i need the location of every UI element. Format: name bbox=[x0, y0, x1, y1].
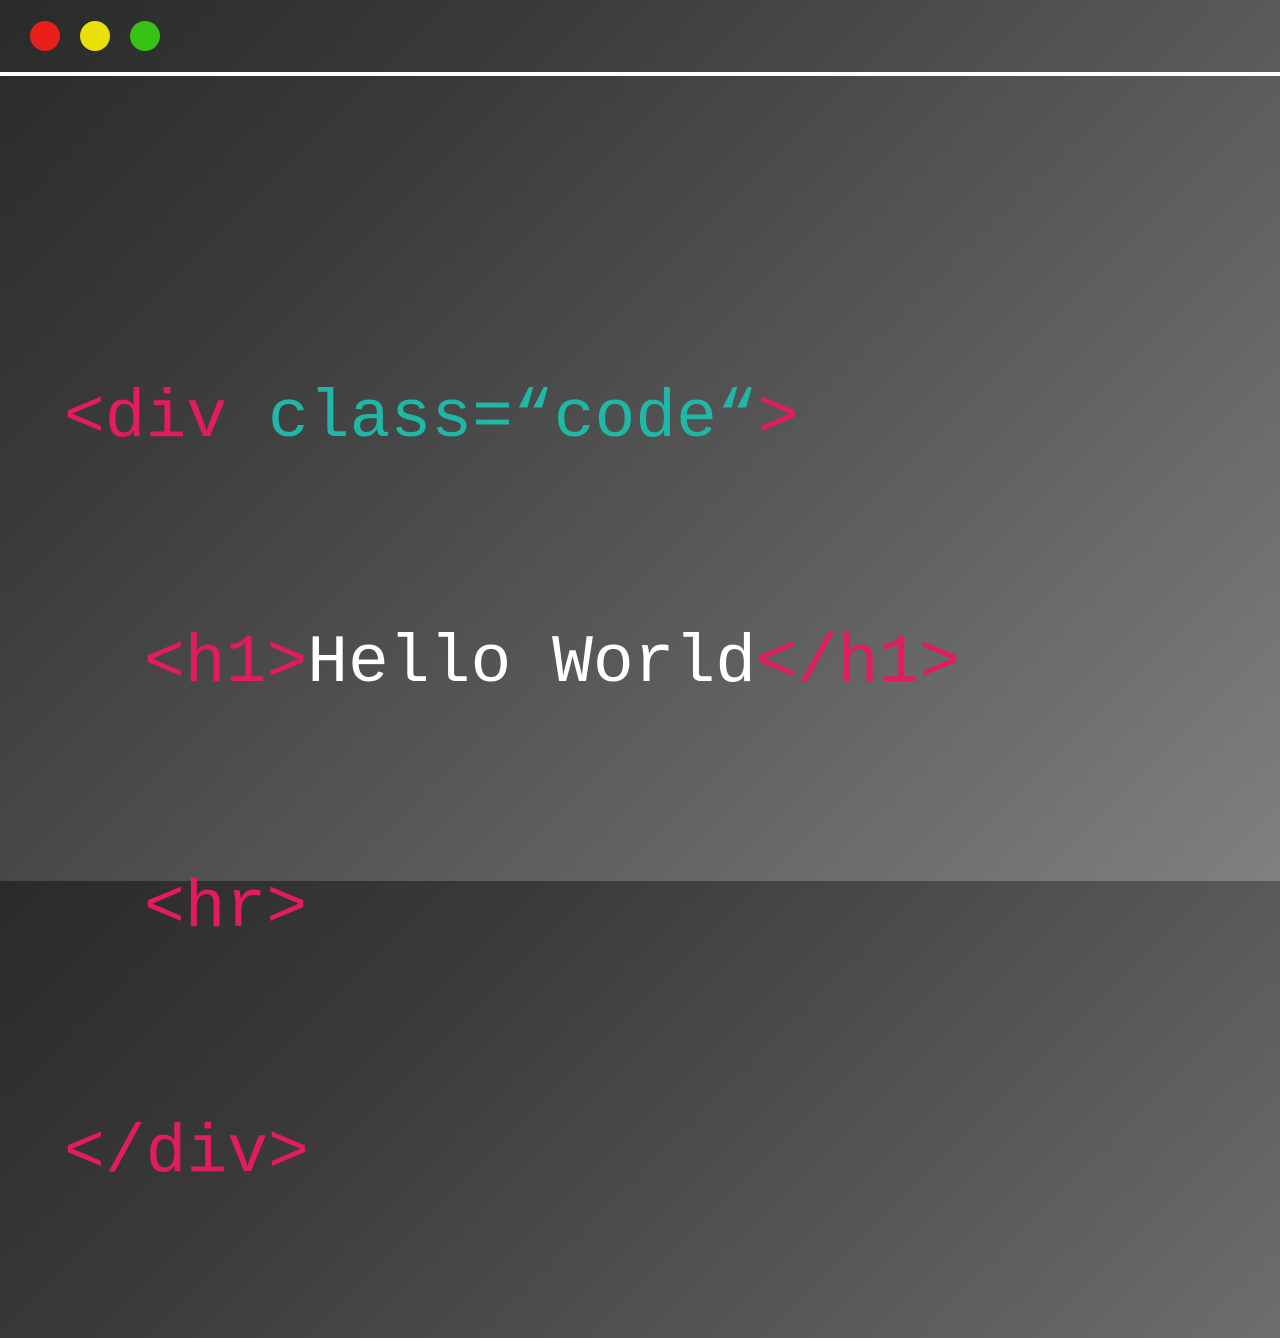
hello-world-text: Hello World bbox=[307, 625, 756, 702]
h1-close-tag: </h1> bbox=[756, 625, 960, 702]
code-editor[interactable]: <div class=“code“> <h1>Hello World</h1> … bbox=[0, 76, 1280, 1338]
code-line-4: </div> bbox=[64, 1093, 1216, 1215]
div-close-tag: </div> bbox=[64, 1115, 309, 1192]
window-titlebar bbox=[0, 0, 1280, 72]
close-button[interactable] bbox=[30, 21, 60, 51]
maximize-button[interactable] bbox=[130, 21, 160, 51]
code-line-2: <h1>Hello World</h1> bbox=[64, 603, 1216, 725]
close-bracket: > bbox=[758, 380, 799, 457]
h1-open-tag: <h1> bbox=[144, 625, 307, 702]
hr-tag: <hr> bbox=[144, 870, 307, 947]
space bbox=[227, 380, 268, 457]
code-line-3: <hr> bbox=[64, 848, 1216, 970]
div-open-tag: <div bbox=[64, 380, 227, 457]
class-attribute: class=“code“ bbox=[268, 380, 758, 457]
minimize-button[interactable] bbox=[80, 21, 110, 51]
code-line-1: <div class=“code“> bbox=[64, 358, 1216, 480]
